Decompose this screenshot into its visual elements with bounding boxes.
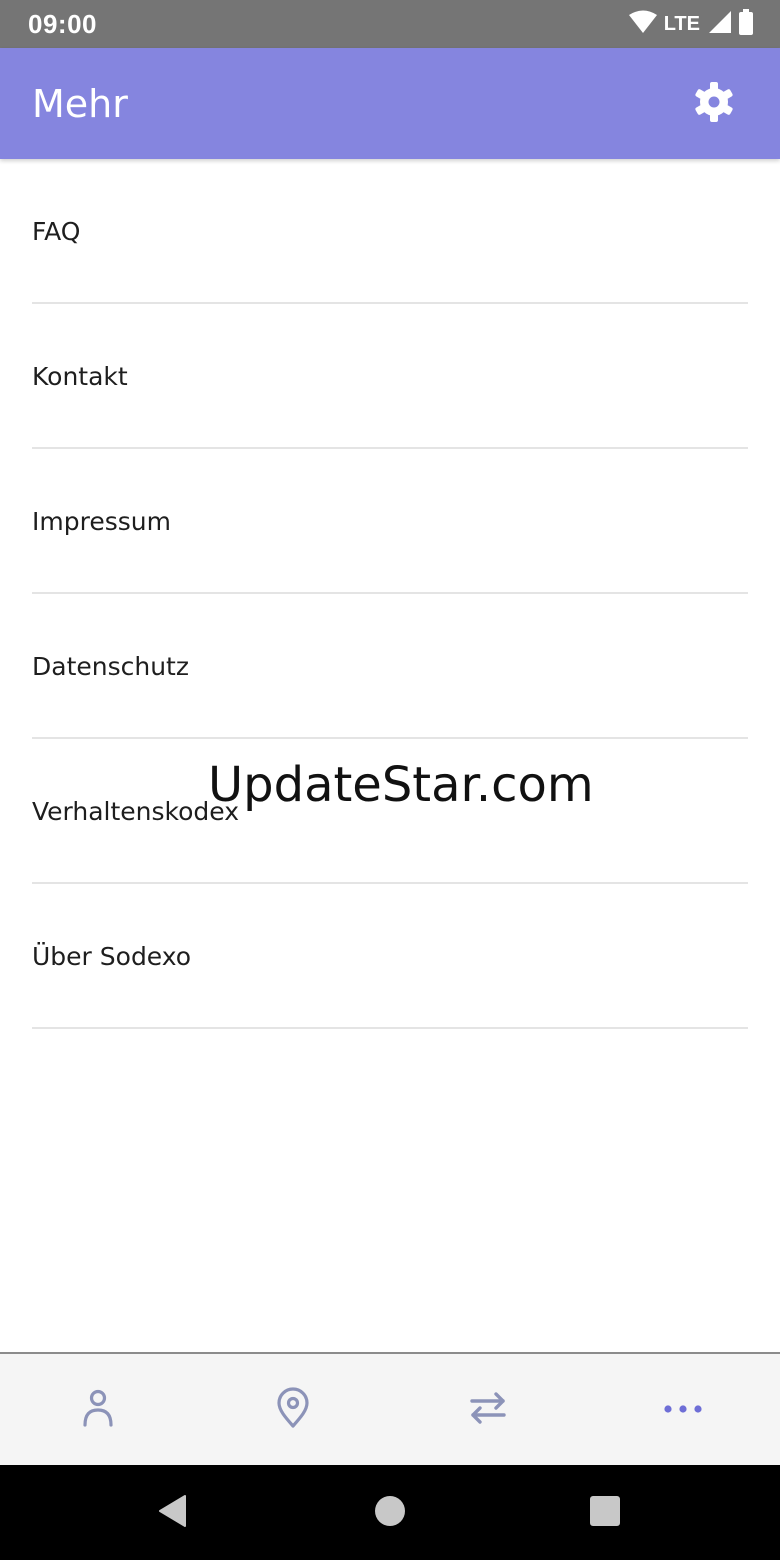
back-icon bbox=[157, 1494, 189, 1532]
menu-item-kontakt[interactable]: Kontakt bbox=[32, 304, 748, 449]
menu-item-label: Datenschutz bbox=[32, 652, 189, 681]
person-icon bbox=[80, 1388, 116, 1432]
battery-icon bbox=[738, 9, 754, 39]
nav-item-more[interactable] bbox=[585, 1354, 780, 1465]
status-time: 09:00 bbox=[28, 9, 97, 39]
cell-signal-icon bbox=[708, 10, 732, 38]
home-icon bbox=[374, 1495, 406, 1531]
nav-item-transactions[interactable] bbox=[390, 1354, 585, 1465]
back-button[interactable] bbox=[145, 1485, 201, 1541]
page-title: Mehr bbox=[32, 82, 128, 126]
menu-item-faq[interactable]: FAQ bbox=[32, 159, 748, 304]
system-navigation-bar bbox=[0, 1465, 780, 1560]
menu-item-label: FAQ bbox=[32, 217, 81, 246]
settings-button[interactable] bbox=[688, 78, 740, 130]
recents-button[interactable] bbox=[577, 1485, 633, 1541]
location-pin-icon bbox=[275, 1386, 311, 1433]
menu-item-label: Impressum bbox=[32, 507, 171, 536]
menu-item-datenschutz[interactable]: Datenschutz bbox=[32, 594, 748, 739]
more-dots-icon bbox=[663, 1400, 703, 1419]
home-button[interactable] bbox=[362, 1485, 418, 1541]
menu-item-label: Über Sodexo bbox=[32, 942, 192, 971]
transfer-arrows-icon bbox=[468, 1390, 508, 1430]
nav-item-locations[interactable] bbox=[195, 1354, 390, 1465]
network-type-label: LTE bbox=[663, 13, 700, 35]
app-bar: Mehr bbox=[0, 48, 780, 159]
nav-item-profile[interactable] bbox=[0, 1354, 195, 1465]
bottom-navigation bbox=[0, 1352, 780, 1465]
menu-item-impressum[interactable]: Impressum bbox=[32, 449, 748, 594]
gear-icon bbox=[692, 80, 736, 128]
menu-item-ueber-sodexo[interactable]: Über Sodexo bbox=[32, 884, 748, 1029]
wifi-icon bbox=[628, 10, 658, 38]
status-icons: LTE bbox=[628, 9, 754, 39]
watermark: UpdateStar.com bbox=[208, 757, 594, 813]
menu-item-label: Kontakt bbox=[32, 362, 128, 391]
recents-icon bbox=[589, 1495, 621, 1531]
status-bar: 09:00 LTE bbox=[0, 0, 780, 48]
menu-list: FAQ Kontakt Impressum Datenschutz Verhal… bbox=[32, 159, 748, 1029]
